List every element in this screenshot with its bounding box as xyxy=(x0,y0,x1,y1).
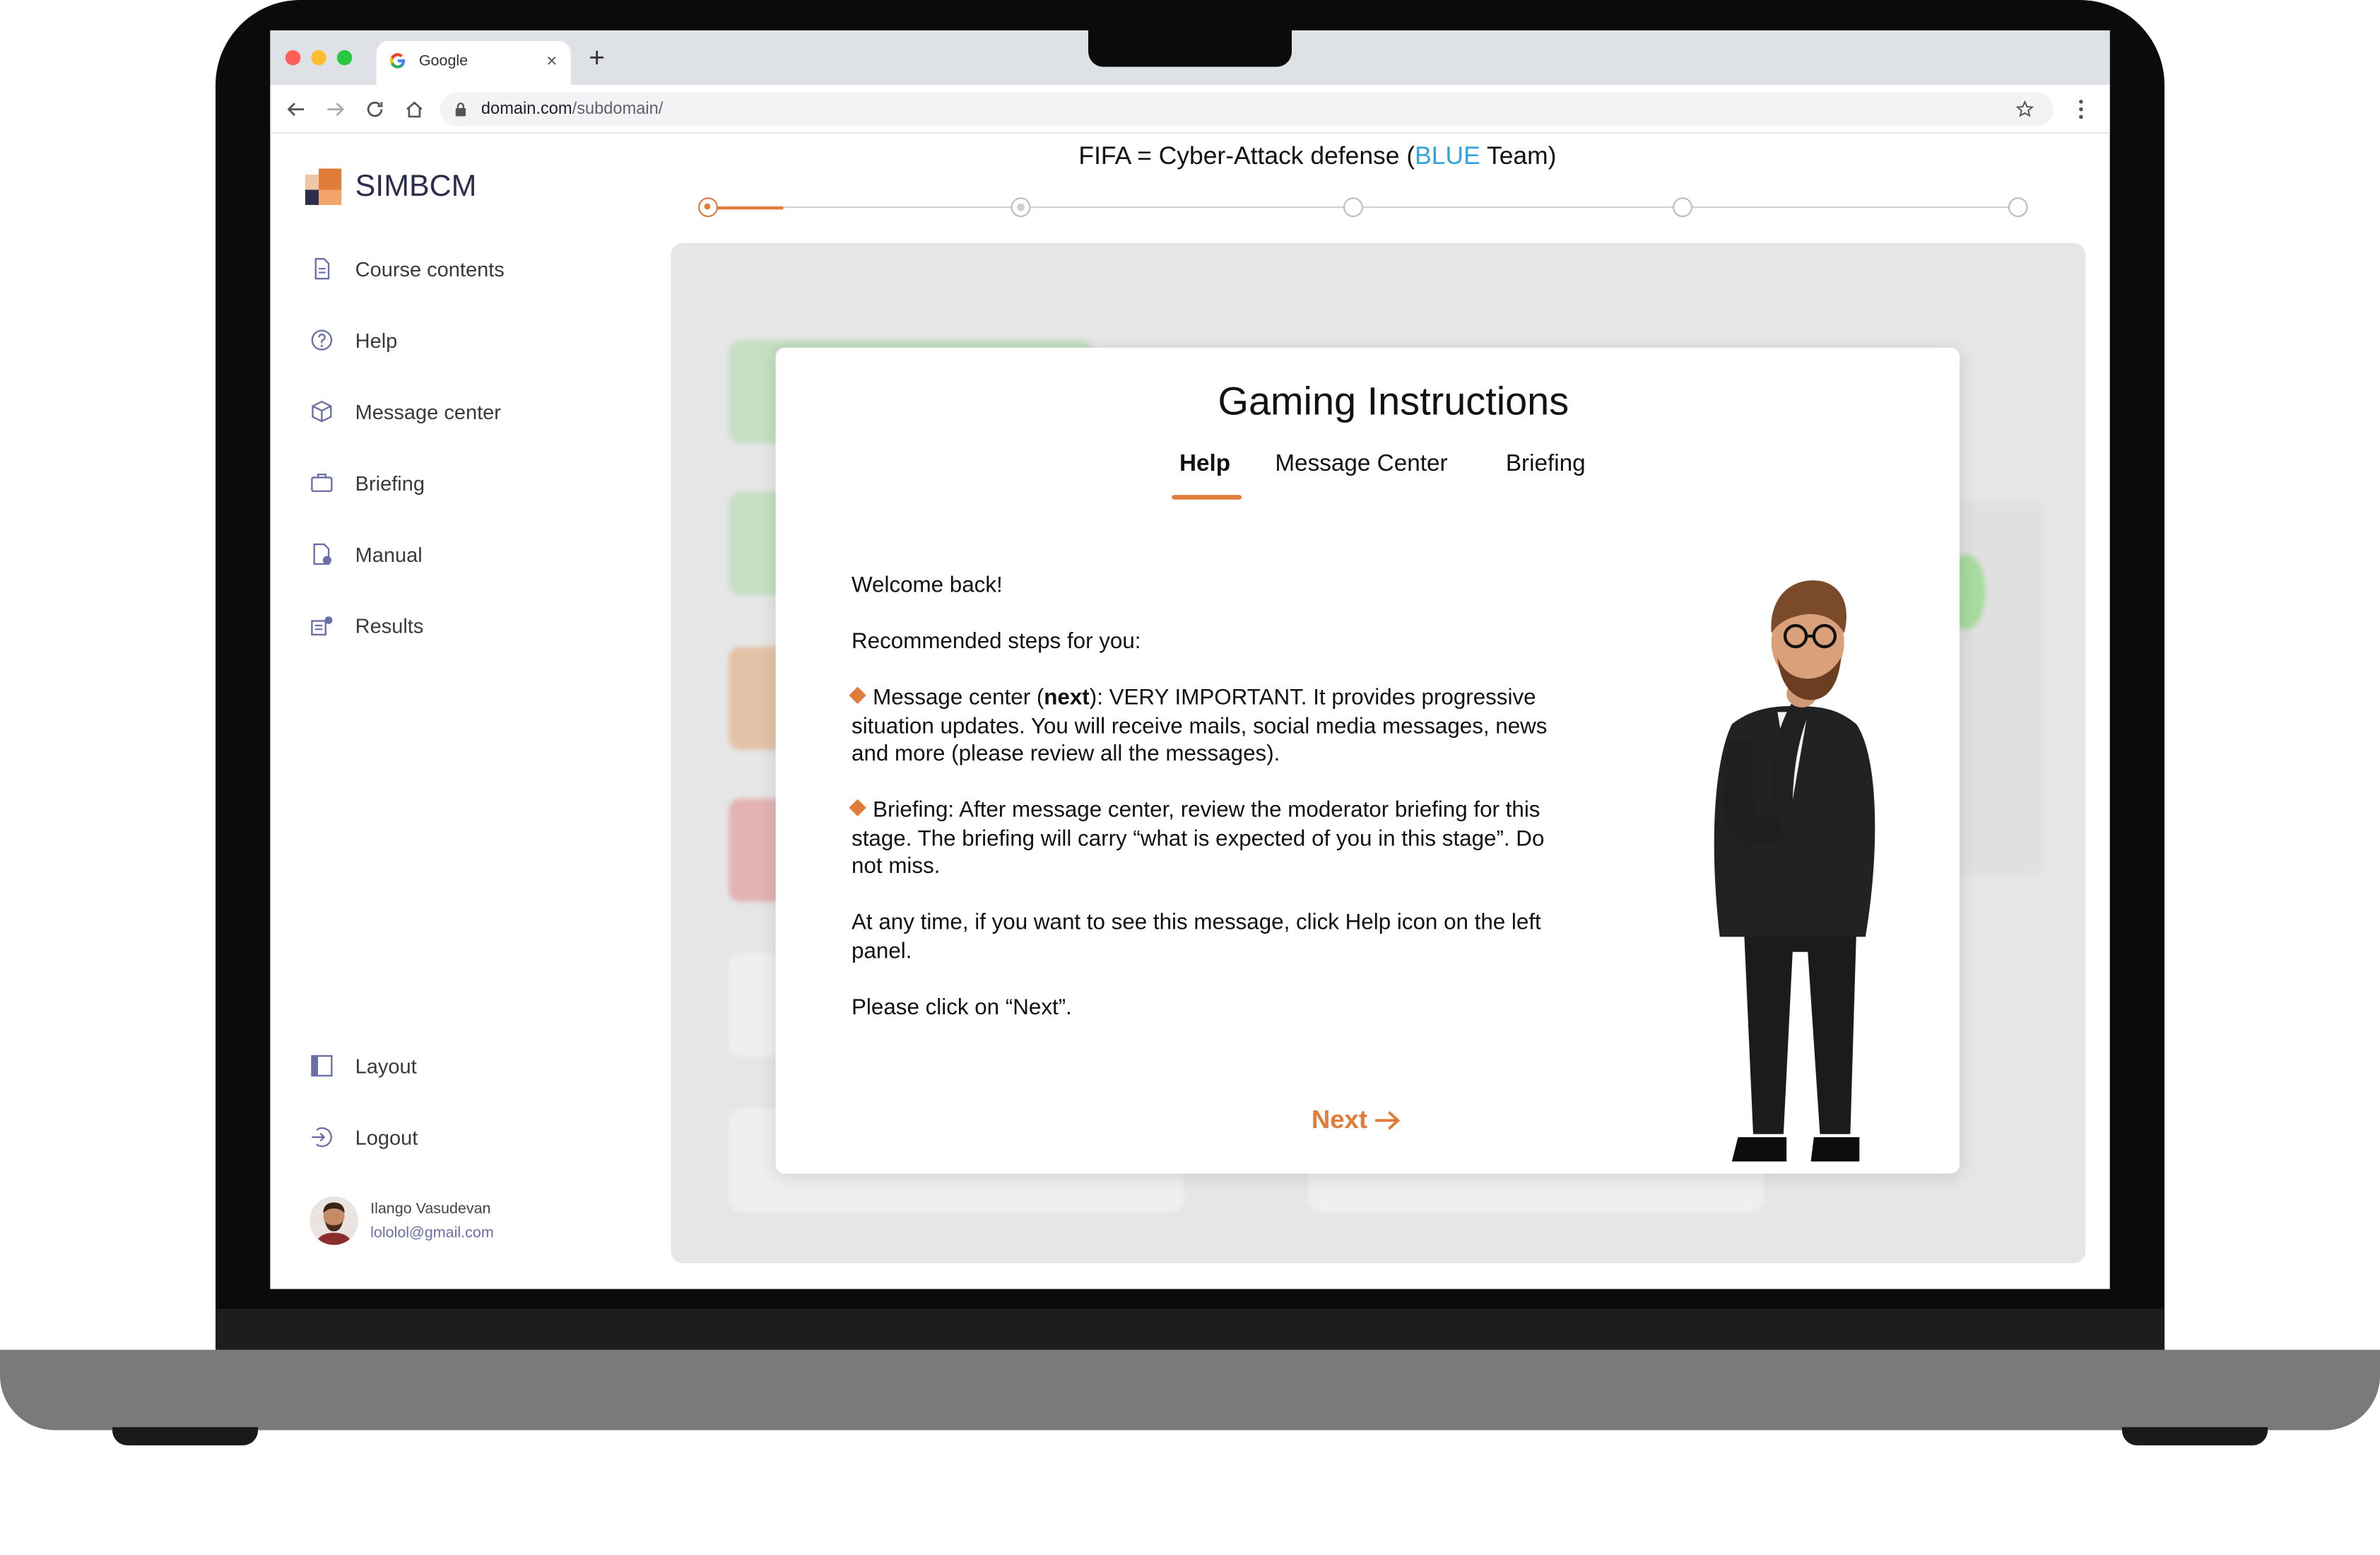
sidebar-item-layout[interactable]: Layout xyxy=(310,1049,417,1082)
forward-arrow-icon[interactable] xyxy=(325,99,346,120)
laptop-base xyxy=(0,1349,2380,1431)
click-next-text: Please click on “Next”. xyxy=(852,996,1072,1021)
sidebar-item-course-contents[interactable]: Course contents xyxy=(310,252,505,286)
laptop-chin xyxy=(216,1308,2165,1355)
sidebar-item-logout[interactable]: Logout xyxy=(310,1120,418,1154)
sidebar-item-label: Logout xyxy=(355,1125,418,1149)
document-icon xyxy=(314,258,330,280)
avatar[interactable] xyxy=(310,1196,358,1245)
briefcase-icon xyxy=(311,474,333,493)
tab-briefing[interactable]: Briefing xyxy=(1506,451,1586,479)
sidebar-item-message-center[interactable]: Message center xyxy=(310,394,501,428)
sidebar-item-label: Course contents xyxy=(355,257,505,281)
sidebar-item-label: Help xyxy=(355,329,398,352)
diamond-bullet-icon xyxy=(849,799,866,816)
welcome-text: Welcome back! xyxy=(852,573,1003,599)
home-icon[interactable] xyxy=(403,99,425,120)
sidebar-item-label: Results xyxy=(355,614,424,638)
tab-close-icon[interactable]: × xyxy=(546,50,557,71)
tab-title: Google xyxy=(418,53,469,70)
layout-icon xyxy=(311,1055,333,1077)
reload-icon[interactable] xyxy=(365,99,386,120)
tab-message-center[interactable]: Message Center xyxy=(1275,451,1447,479)
question-icon xyxy=(311,329,333,351)
minimize-window-button[interactable] xyxy=(311,49,326,66)
progress-fill xyxy=(707,206,784,210)
modal-title: Gaming Instructions xyxy=(1218,377,1569,424)
user-name: Ilango Vasudevan xyxy=(370,1201,491,1218)
steps-heading: Recommended steps for you: xyxy=(852,630,1141,655)
bullet-message-center: Message center (next): VERY IMPORTANT. I… xyxy=(849,685,1580,770)
url-text: domain.com/subdomain/ xyxy=(481,100,664,119)
progress-step-4[interactable] xyxy=(1673,197,1693,218)
progress-step-3[interactable] xyxy=(1343,197,1363,218)
manual-icon xyxy=(313,543,331,565)
url-field[interactable]: domain.com/subdomain/ xyxy=(440,93,2054,127)
cube-icon xyxy=(312,400,332,423)
sidebar-item-help[interactable]: Help xyxy=(310,324,397,357)
more-menu-icon[interactable] xyxy=(2076,99,2085,120)
help-note: At any time, if you want to see this mes… xyxy=(852,910,1541,964)
close-window-button[interactable] xyxy=(285,49,301,66)
team-highlight: BLUE xyxy=(1415,142,1480,170)
laptop-foot-right xyxy=(2121,1427,2268,1445)
diamond-bullet-icon xyxy=(849,686,866,704)
tab-help[interactable]: Help xyxy=(1179,451,1230,479)
camera-notch xyxy=(1088,30,1292,67)
sidebar-item-label: Manual xyxy=(355,542,423,566)
results-icon xyxy=(311,616,333,636)
address-bar: domain.com/subdomain/ xyxy=(270,85,2110,134)
thinking-businessman-illustration xyxy=(1714,580,1875,1162)
gaming-instructions-modal: Gaming Instructions Help Message Center … xyxy=(775,347,1960,1174)
progress-step-2[interactable] xyxy=(1011,197,1031,218)
sidebar-item-label: Message center xyxy=(355,399,501,423)
new-tab-button[interactable]: + xyxy=(589,44,605,71)
app-logo-text: SIMBCM xyxy=(355,170,477,204)
browser-window: Google × + domain.com/subdomain/ SIMBCM … xyxy=(270,30,2110,1289)
sidebar-item-manual[interactable]: Manual xyxy=(310,537,423,570)
laptop-foot-left xyxy=(112,1427,259,1445)
sidebar-item-label: Layout xyxy=(355,1054,417,1078)
logout-icon xyxy=(312,1127,332,1147)
page-title: FIFA = Cyber-Attack defense (BLUE Team) xyxy=(1078,142,1557,170)
arrow-right-icon xyxy=(1374,1110,1400,1130)
simbcm-logo-icon xyxy=(305,168,342,205)
sidebar-item-label: Briefing xyxy=(355,471,425,495)
progress-step-1[interactable] xyxy=(698,197,719,218)
bookmark-star-icon[interactable] xyxy=(2015,100,2034,119)
sidebar-item-briefing[interactable]: Briefing xyxy=(310,466,425,499)
next-button-label: Next xyxy=(1311,1105,1368,1134)
sidebar-item-results[interactable]: Results xyxy=(310,609,423,642)
user-email: lololol@gmail.com xyxy=(370,1225,494,1243)
lock-icon xyxy=(455,102,466,117)
browser-tab[interactable]: Google × xyxy=(376,40,571,86)
active-tab-indicator xyxy=(1172,495,1242,500)
google-icon xyxy=(390,53,406,69)
bullet-briefing: Briefing: After message center, review t… xyxy=(849,797,1565,882)
next-button[interactable]: Next xyxy=(1312,1105,1401,1136)
user-avatar-icon xyxy=(315,1202,353,1245)
progress-step-5[interactable] xyxy=(2008,197,2028,218)
back-arrow-icon[interactable] xyxy=(285,99,307,120)
maximize-window-button[interactable] xyxy=(336,49,353,66)
